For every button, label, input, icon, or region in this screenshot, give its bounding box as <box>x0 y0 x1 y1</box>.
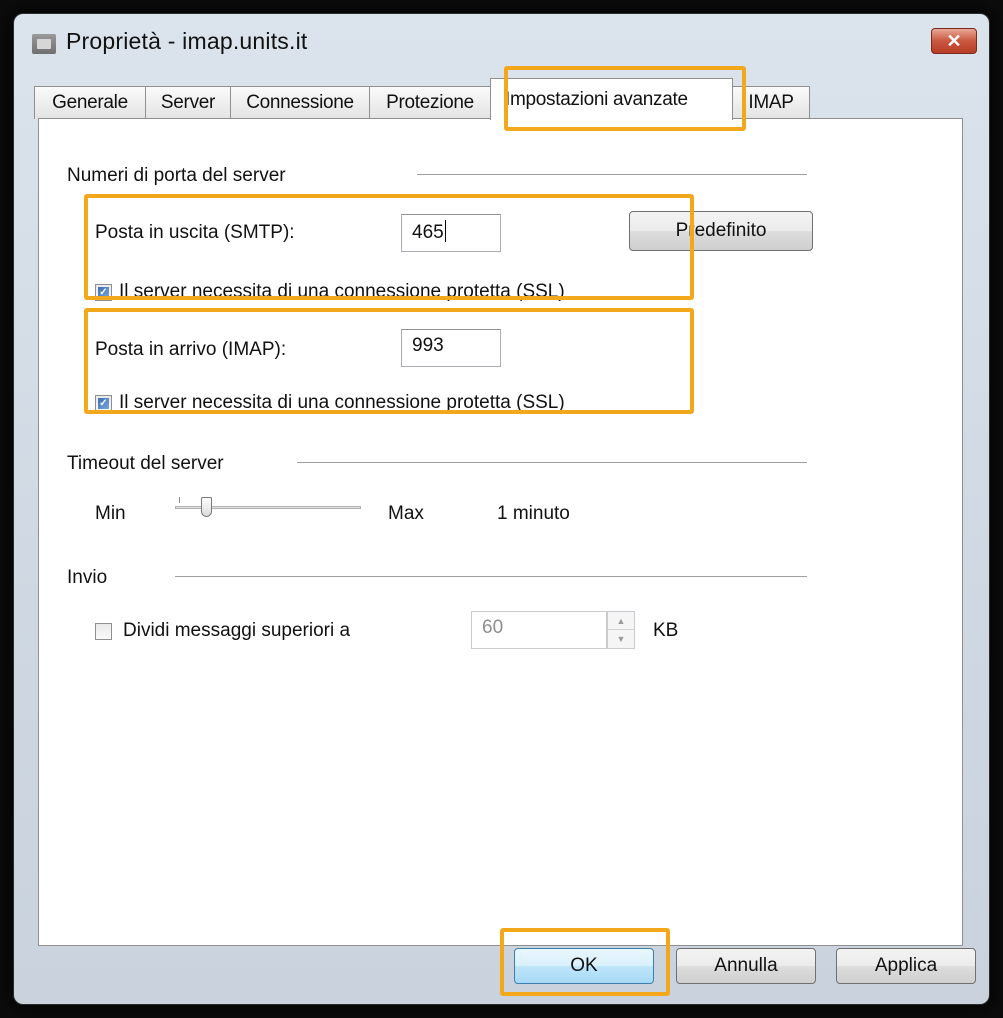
timeout-group-divider <box>297 462 807 464</box>
timeout-value: 1 minuto <box>497 503 570 524</box>
timeout-group-label: Timeout del server <box>67 453 224 474</box>
smtp-ssl-label: Il server necessita di una connessione p… <box>119 281 565 302</box>
imap-ssl-label: Il server necessita di una connessione p… <box>119 392 565 413</box>
imap-port-input[interactable]: 993 <box>401 329 501 367</box>
sending-group-label: Invio <box>67 567 108 588</box>
window-title: Proprietà - imap.units.it <box>66 28 308 54</box>
default-button[interactable]: Predefinito <box>629 211 813 251</box>
slider-tick <box>179 497 180 503</box>
tab-server[interactable]: Server <box>145 86 231 119</box>
title-bar[interactable]: Proprietà - imap.units.it ✕ <box>14 14 989 74</box>
timeout-min-label: Min <box>95 503 126 524</box>
smtp-port-input[interactable]: 465 <box>401 214 501 252</box>
text-caret <box>444 220 446 242</box>
tab-protezione[interactable]: Protezione <box>369 86 491 119</box>
spin-down-icon[interactable]: ▼ <box>608 630 634 648</box>
close-button[interactable]: ✕ <box>931 28 977 54</box>
tab-generale[interactable]: Generale <box>34 86 146 119</box>
timeout-slider-thumb[interactable] <box>201 497 212 517</box>
smtp-ssl-checkbox[interactable]: ✓ <box>95 284 112 301</box>
imap-port-label: Posta in arrivo (IMAP): <box>95 339 287 360</box>
account-icon <box>32 34 56 54</box>
tab-connessione[interactable]: Connessione <box>230 86 370 119</box>
smtp-port-label: Posta in uscita (SMTP): <box>95 222 295 243</box>
sending-group-divider <box>175 576 807 578</box>
apply-button[interactable]: Applica <box>836 948 976 984</box>
smtp-port-value: 465 <box>412 222 444 243</box>
advanced-settings-panel: Numeri di porta del server Posta in usci… <box>38 118 963 946</box>
split-size-spinner: ▲ ▼ <box>607 611 635 649</box>
checkmark-icon: ✓ <box>98 398 109 409</box>
cancel-button[interactable]: Annulla <box>676 948 816 984</box>
ports-group-label: Numeri di porta del server <box>67 165 286 186</box>
properties-dialog: Proprietà - imap.units.it ✕ Generale Ser… <box>14 14 989 1004</box>
split-messages-label: Dividi messaggi superiori a <box>123 620 351 641</box>
checkmark-icon: ✓ <box>98 287 109 298</box>
split-size-unit: KB <box>653 620 679 641</box>
imap-port-value: 993 <box>412 335 444 356</box>
ports-group-divider <box>417 174 807 176</box>
spin-up-icon[interactable]: ▲ <box>608 612 634 630</box>
split-size-input[interactable]: 60 <box>471 611 607 649</box>
timeout-max-label: Max <box>388 503 424 524</box>
imap-ssl-checkbox[interactable]: ✓ <box>95 395 112 412</box>
split-messages-checkbox[interactable] <box>95 623 112 640</box>
tab-imap[interactable]: IMAP <box>732 86 810 119</box>
ok-button[interactable]: OK <box>514 948 654 984</box>
tab-impostazioni-avanzate[interactable]: Impostazioni avanzate <box>490 78 733 120</box>
split-size-value: 60 <box>482 617 504 638</box>
